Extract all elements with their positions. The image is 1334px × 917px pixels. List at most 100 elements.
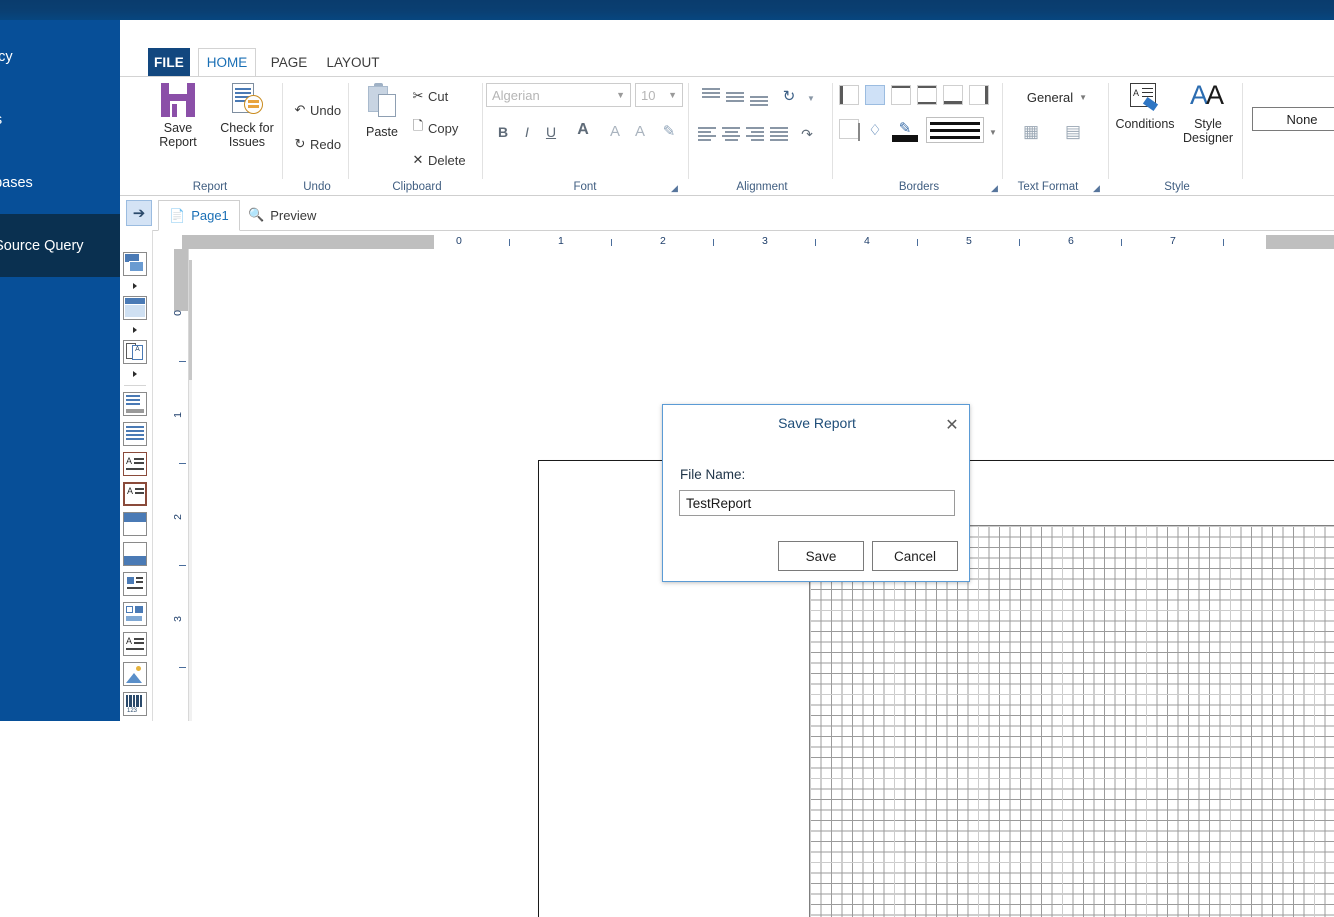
border-color-swatch[interactable] — [892, 135, 918, 142]
border-none-button[interactable] — [865, 85, 885, 105]
cancel-button[interactable]: Cancel — [872, 541, 958, 571]
group-label-alignment: Alignment — [736, 181, 788, 193]
chevron-down-icon[interactable]: ▼ — [800, 87, 822, 109]
tab-preview-label: Preview — [270, 207, 317, 223]
save-report-button[interactable]: Save Report — [143, 83, 213, 175]
word-wrap-button[interactable]: ↷ — [796, 123, 818, 145]
sidebar-item-currency[interactable]: ency — [0, 25, 120, 88]
barcode-component[interactable]: 123 — [123, 692, 147, 716]
sidebar-item-datasource-query[interactable]: taSource Query — [0, 214, 120, 277]
select-pointer-tool[interactable]: ➔ — [126, 200, 152, 226]
paste-button[interactable]: Paste — [354, 83, 410, 175]
border-top-button[interactable] — [891, 85, 911, 105]
cut-button[interactable]: ✂ Cut — [408, 85, 449, 107]
redo-button[interactable]: ↻ Redo — [290, 133, 342, 155]
tab-home-label: HOME — [206, 55, 248, 70]
bands-component-arrow[interactable] — [133, 283, 137, 289]
chevron-down-icon[interactable]: ▼ — [982, 121, 1004, 143]
undo-arrow-icon: ↶ — [294, 102, 306, 117]
copy-label: Copy — [428, 120, 459, 136]
panel-top-component[interactable] — [123, 512, 147, 536]
underline-button[interactable]: U — [540, 121, 562, 143]
tab-layout[interactable]: LAYOUT — [320, 48, 386, 76]
checkbox-component[interactable] — [123, 602, 147, 626]
align-middle-button[interactable] — [726, 89, 748, 109]
group-separator — [282, 83, 283, 179]
fill-color-bucket-icon[interactable]: ♢ — [864, 119, 886, 141]
grow-font-button[interactable]: A — [604, 120, 626, 142]
check-issues-label-line2: Issues — [228, 135, 266, 149]
file-name-input[interactable] — [679, 490, 955, 516]
ruler-tick-2: 2 — [660, 235, 666, 247]
cross-bands-component-arrow[interactable] — [133, 327, 137, 333]
text-in-cell-component[interactable]: A — [123, 482, 147, 506]
border-all-button[interactable] — [917, 85, 937, 105]
bands-component[interactable] — [123, 252, 147, 276]
app-left-navigation[interactable]: ency ers tabases taSource Query — [0, 20, 120, 721]
clear-formatting-button[interactable]: ✎ — [658, 120, 680, 142]
save-report-dialog[interactable]: Save Report ✕ File Name: Save Cancel — [662, 404, 970, 582]
bold-button[interactable]: B — [492, 121, 514, 143]
sidebar-item-users[interactable]: ers — [0, 88, 120, 151]
italic-label: I — [525, 124, 529, 140]
data-band-component[interactable] — [123, 422, 147, 446]
tab-page[interactable]: PAGE — [260, 48, 318, 76]
ruler-tick-7: 7 — [1170, 235, 1176, 247]
cross-bands-component[interactable] — [123, 296, 147, 320]
font-color-button[interactable]: A — [572, 119, 594, 141]
group-label-report: Report — [192, 181, 228, 193]
align-center-button[interactable] — [722, 125, 744, 145]
style-gallery-item-none[interactable]: None — [1252, 107, 1334, 131]
number-format-dropdown[interactable]: General ▼ — [1014, 85, 1100, 109]
shrink-font-button[interactable]: A — [629, 120, 651, 142]
align-left-button[interactable] — [698, 125, 720, 145]
font-family-value: Algerian — [492, 87, 540, 103]
close-icon[interactable]: ✕ — [943, 416, 961, 434]
conditions-button[interactable]: A Conditions — [1112, 83, 1178, 175]
text-format-dialog-launcher[interactable]: ◢ — [1093, 183, 1104, 194]
font-family-combo[interactable]: Algerian ▼ — [486, 83, 631, 107]
group-separator — [832, 83, 833, 179]
align-justify-button[interactable] — [770, 125, 792, 145]
conditions-label: Conditions — [1115, 117, 1175, 131]
border-shadow-button[interactable] — [839, 119, 860, 141]
sidebar-item-databases[interactable]: tabases — [0, 151, 120, 214]
border-bottom-button[interactable] — [943, 85, 963, 105]
text-block-component[interactable]: A — [123, 632, 147, 656]
image-component[interactable] — [123, 662, 147, 686]
data-component[interactable]: A — [123, 340, 147, 364]
tab-preview[interactable]: 🔍 Preview — [238, 200, 326, 230]
data-component-arrow[interactable] — [133, 371, 137, 377]
style-designer-button[interactable]: A A Style Designer — [1174, 80, 1242, 175]
report-band-grid[interactable] — [809, 525, 1334, 917]
font-size-combo[interactable]: 10 ▼ — [635, 83, 683, 107]
align-bottom-button[interactable] — [750, 93, 772, 113]
delete-button[interactable]: ✕ Delete — [408, 149, 466, 171]
currency-format-icon[interactable]: ▦ — [1020, 121, 1042, 143]
italic-button[interactable]: I — [516, 121, 538, 143]
border-right-button[interactable] — [969, 85, 989, 105]
text-rotation-button[interactable]: ↻ — [778, 85, 800, 107]
chevron-down-icon: ▼ — [616, 90, 625, 100]
save-button[interactable]: Save — [778, 541, 864, 571]
border-style-picker[interactable] — [926, 117, 984, 143]
rich-text-component[interactable] — [123, 572, 147, 596]
style-designer-icon: A A — [1190, 80, 1225, 110]
undo-button[interactable]: ↶ Undo — [290, 99, 342, 121]
check-for-issues-button[interactable]: Check for Issues — [208, 83, 286, 175]
sidebar-item-label: tabases — [0, 174, 33, 191]
tab-page1[interactable]: 📄 Page1 — [158, 200, 240, 231]
file-name-label: File Name: — [680, 467, 746, 482]
header-band-component[interactable] — [123, 392, 147, 416]
align-right-button[interactable] — [746, 125, 768, 145]
copy-button[interactable]: 🗋 Copy — [408, 117, 459, 139]
date-time-format-icon[interactable]: ▤ — [1062, 121, 1084, 143]
border-left-button[interactable] — [839, 85, 859, 105]
align-top-button[interactable] — [702, 85, 724, 105]
text-component[interactable]: A — [123, 452, 147, 476]
tab-file[interactable]: FILE — [148, 48, 190, 76]
panel-bottom-component[interactable] — [123, 542, 147, 566]
shrink-font-label: A — [634, 122, 645, 140]
font-dialog-launcher[interactable]: ◢ — [671, 183, 682, 194]
tab-home[interactable]: HOME — [198, 48, 256, 77]
